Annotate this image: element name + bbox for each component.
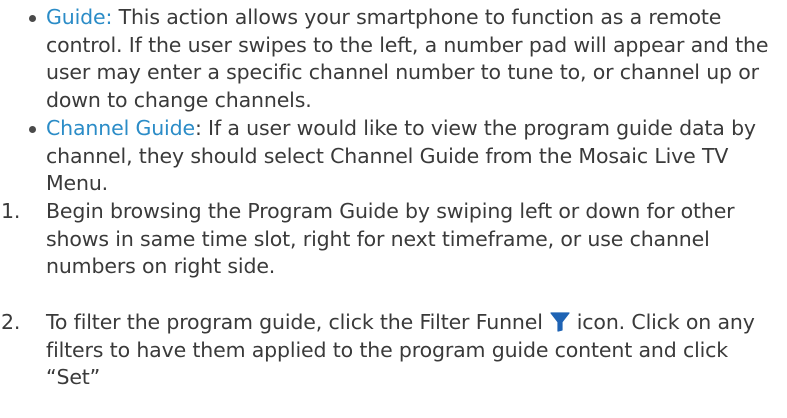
step-number: 1. bbox=[1, 199, 21, 223]
step-text: Begin browsing the Program Guide by swip… bbox=[46, 199, 735, 279]
step-2-text-before: To filter the program guide, click the F… bbox=[46, 310, 543, 334]
guide-link[interactable]: Guide: bbox=[46, 5, 112, 29]
list-item-body: Channel Guide: If a user would like to v… bbox=[46, 115, 781, 198]
document: Guide: This action allows your smartphon… bbox=[0, 0, 787, 418]
guide-description: This action allows your smartphone to fu… bbox=[46, 5, 769, 112]
list-item-guide: Guide: This action allows your smartphon… bbox=[0, 4, 787, 114]
bullet-marker bbox=[29, 126, 36, 133]
list-item-body: Guide: This action allows your smartphon… bbox=[46, 4, 781, 114]
numbered-step-1: 1. Begin browsing the Program Guide by s… bbox=[0, 198, 787, 281]
filter-funnel-icon bbox=[550, 312, 570, 332]
bullet-marker bbox=[29, 15, 36, 22]
numbered-step-2: 2. To filter the program guide, click th… bbox=[0, 309, 787, 392]
channel-guide-link[interactable]: Channel Guide bbox=[46, 116, 195, 140]
step-text: To filter the program guide, click the F… bbox=[46, 309, 781, 392]
list-item-channel-guide: Channel Guide: If a user would like to v… bbox=[0, 115, 787, 198]
step-number: 2. bbox=[1, 310, 21, 334]
